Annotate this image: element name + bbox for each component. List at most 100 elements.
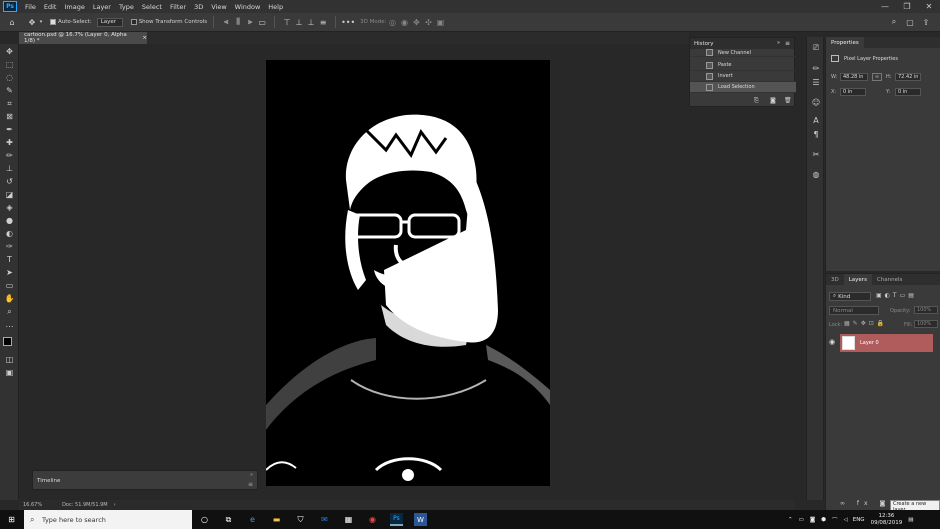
chevron-down-icon[interactable]: ▾ (38, 16, 44, 28)
tab-3d[interactable]: 3D (826, 274, 844, 285)
collapse-icon[interactable]: » (777, 40, 780, 46)
tray-chevron-up-icon[interactable]: ⌃ (788, 517, 793, 523)
path-select-tool-icon[interactable]: ➤ (3, 267, 16, 278)
align-center-icon[interactable]: ⫼ (232, 16, 244, 28)
menu-layer[interactable]: Layer (89, 3, 115, 11)
show-transform-checkbox[interactable]: Show Transform Controls (130, 19, 207, 25)
align-right-icon[interactable]: ⫸ (244, 16, 256, 28)
lasso-tool-icon[interactable]: ◌ (3, 72, 16, 83)
pen-tool-icon[interactable]: ✑ (3, 241, 16, 252)
photoshop-taskbar-icon[interactable]: Ps (390, 513, 403, 526)
crop-tool-icon[interactable]: ⌗ (3, 98, 16, 109)
layer-filter-icons[interactable]: ▣◐T▭▤ (876, 292, 917, 299)
zoom-level[interactable]: 16.67% (23, 502, 42, 508)
quick-select-tool-icon[interactable]: ✎ (3, 85, 16, 96)
menu-filter[interactable]: Filter (166, 3, 190, 11)
history-panel-icon[interactable]: ⎚ (810, 42, 822, 53)
visibility-eye-icon[interactable]: ◉ (829, 338, 835, 346)
home-icon[interactable]: ⌂ (6, 16, 18, 28)
history-item-selected[interactable]: Load Selection (690, 82, 796, 93)
tab-properties[interactable]: Properties (826, 37, 864, 48)
new-document-from-state-icon[interactable]: ⎘ (754, 97, 759, 105)
timeline-panel[interactable]: Timeline » ≡ (32, 470, 258, 490)
close-window-button[interactable]: ✕ (920, 0, 938, 13)
close-tab-icon[interactable]: × (142, 35, 147, 41)
tray-app-icon[interactable]: ▭ (799, 517, 804, 523)
frame-tool-icon[interactable]: ⊠ (3, 111, 16, 122)
menu-edit[interactable]: Edit (40, 3, 61, 11)
calculator-icon[interactable]: ▦ (342, 513, 355, 526)
auto-select-checkbox[interactable]: Auto-Select: (50, 19, 92, 25)
task-view-icon[interactable]: ⧉ (222, 513, 235, 526)
workspace-icon[interactable]: ▢ (904, 16, 916, 28)
distribute-vertical-icon[interactable]: ≡ (317, 16, 329, 28)
eyedropper-tool-icon[interactable]: ✒ (3, 124, 16, 135)
align-middle-icon[interactable]: ⊥ (293, 16, 305, 28)
panel-menu-icon[interactable]: ≡ (785, 40, 790, 47)
maximize-button[interactable]: ❐ (898, 0, 916, 13)
taskbar-search[interactable]: ⌕ Type here to search (24, 510, 192, 529)
layer-name[interactable]: Layer 0 (860, 340, 879, 346)
brush-settings-icon[interactable]: ✏ (810, 63, 822, 74)
brush-tool-icon[interactable]: ✏ (3, 150, 16, 161)
chrome-icon[interactable]: ◉ (366, 513, 379, 526)
menu-3d[interactable]: 3D (190, 3, 207, 11)
lock-icons[interactable]: ▦✎✥⊡🔒 (844, 320, 887, 327)
3d-icon[interactable]: ◍ (810, 169, 822, 180)
quick-mask-icon[interactable]: ◫ (3, 354, 16, 365)
menu-select[interactable]: Select (138, 3, 166, 11)
x-field[interactable]: 0 in (840, 88, 866, 96)
layer-filter-dropdown[interactable]: ⌕ Kind (829, 292, 871, 301)
tray-app-icon-3[interactable]: ⬢ (821, 517, 826, 523)
zoom-tool-icon[interactable]: ⌕ (3, 306, 16, 317)
network-icon[interactable]: ⌒ (832, 516, 838, 524)
foreground-color-swatch[interactable] (3, 337, 12, 346)
3d-pan-icon[interactable]: ✥ (410, 16, 422, 28)
auto-select-dropdown[interactable]: Layer (96, 17, 123, 27)
blur-tool-icon[interactable]: ● (3, 215, 16, 226)
document-canvas[interactable] (266, 60, 550, 486)
align-top-icon[interactable]: ⊤ (281, 16, 293, 28)
layer-row[interactable]: Layer 0 (840, 334, 933, 352)
3d-slide-icon[interactable]: ✣ (422, 16, 434, 28)
tab-layers[interactable]: Layers (843, 274, 872, 285)
more-options-icon[interactable]: ••• (341, 16, 355, 28)
snapshot-camera-icon[interactable]: ◙ (770, 97, 776, 104)
history-item[interactable]: Paste (690, 60, 796, 71)
healing-brush-tool-icon[interactable]: ✚ (3, 137, 16, 148)
search-icon[interactable]: ⌕ (888, 16, 900, 28)
fill-field[interactable]: 100% (914, 320, 938, 328)
history-item[interactable]: Invert (690, 71, 796, 82)
history-title[interactable]: History (694, 41, 714, 47)
language-indicator[interactable]: ENG (853, 517, 865, 523)
width-field[interactable]: 48.28 in (840, 73, 868, 81)
adjustments-icon[interactable]: ☰ (810, 77, 822, 88)
menu-file[interactable]: File (21, 3, 40, 11)
volume-icon[interactable]: ◁ (843, 517, 847, 523)
character-icon[interactable]: A (810, 115, 822, 126)
move-tool-icon[interactable]: ✥ (3, 46, 16, 57)
paragraph-icon[interactable]: ¶ (810, 129, 822, 140)
more-tools-icon[interactable]: … (3, 319, 16, 330)
cortana-icon[interactable]: ○ (198, 513, 211, 526)
collapse-icon[interactable]: » (250, 472, 253, 478)
panel-menu-icon[interactable]: ≡ (248, 481, 253, 488)
type-tool-icon[interactable]: T (3, 254, 16, 265)
link-icon[interactable]: ∞ (872, 73, 882, 81)
paint-bucket-tool-icon[interactable]: ◈ (3, 202, 16, 213)
status-arrow-icon[interactable]: › (114, 502, 116, 508)
distribute-icon[interactable]: ▭ (256, 16, 268, 28)
store-icon[interactable]: ⛉ (294, 513, 307, 526)
3d-orbit-icon[interactable]: ◎ (386, 16, 398, 28)
minimize-button[interactable]: — (876, 0, 894, 13)
document-tab[interactable]: cartoon.psd @ 16.7% (Layer 0, Alpha 1/8)… (19, 32, 147, 44)
clone-stamp-tool-icon[interactable]: ⊥ (3, 163, 16, 174)
tray-app-icon-2[interactable]: ◙ (810, 517, 815, 523)
people-icon[interactable]: ☺ (810, 97, 822, 108)
tab-channels[interactable]: Channels (872, 274, 907, 285)
tool-presets-icon[interactable]: ✂ (810, 149, 822, 160)
move-tool-icon[interactable]: ✥ (26, 16, 38, 28)
3d-roll-icon[interactable]: ◉ (398, 16, 410, 28)
screen-mode-icon[interactable]: ▣ (3, 367, 16, 378)
edge-icon[interactable]: e (246, 513, 259, 526)
